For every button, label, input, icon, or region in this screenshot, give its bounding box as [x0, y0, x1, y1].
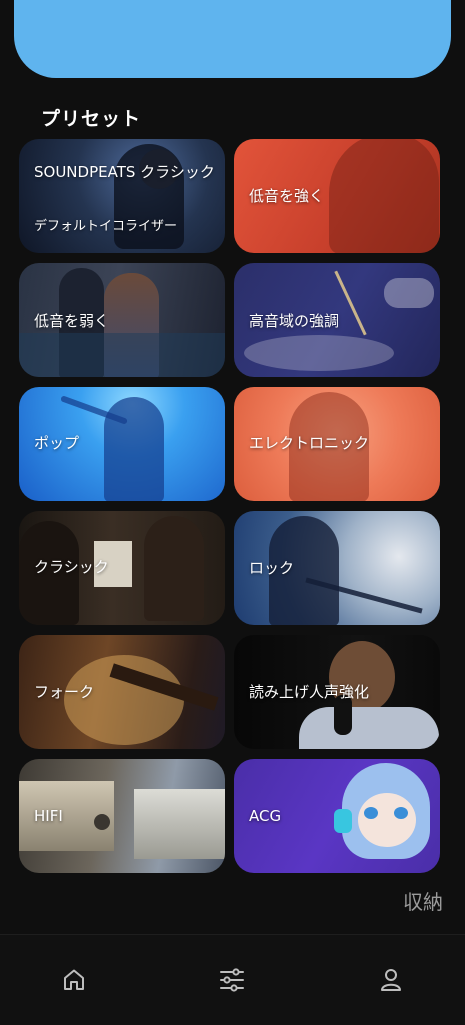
preset-label: 高音域の強調	[249, 312, 340, 330]
preset-card-treble-boost[interactable]: 高音域の強調	[234, 263, 440, 377]
top-pill-bar[interactable]	[14, 0, 451, 78]
preset-card-folk[interactable]: フォーク	[19, 635, 225, 749]
home-icon	[64, 969, 84, 990]
preset-card-electronic[interactable]: エレクトロニック	[234, 387, 440, 501]
nav-home[interactable]	[57, 963, 91, 997]
preset-section-title: プリセット	[41, 108, 142, 130]
preset-label: 低音を強く	[249, 187, 325, 205]
nav-equalizer[interactable]	[215, 963, 249, 997]
preset-card-hifi[interactable]: HIFI	[19, 759, 225, 873]
preset-label: クラシック	[34, 558, 109, 576]
preset-label: 読み上げ人声強化	[249, 683, 370, 701]
preset-label: ロック	[249, 559, 295, 577]
preset-sublabel: デフォルトイコライザー	[34, 219, 178, 234]
equalizer-sliders-icon	[220, 968, 244, 992]
preset-card-bass-reduce[interactable]: 低音を弱く	[19, 263, 225, 377]
preset-label: ACG	[249, 807, 282, 825]
preset-label: フォーク	[34, 683, 95, 701]
preset-card-soundpeats-classic[interactable]: SOUNDPEATS クラシック デフォルトイコライザー	[19, 139, 225, 253]
preset-card-rock[interactable]: ロック	[234, 511, 440, 625]
preset-label: SOUNDPEATS クラシック	[34, 163, 215, 181]
preset-card-bass-boost[interactable]: 低音を強く	[234, 139, 440, 253]
user-icon	[381, 969, 401, 991]
nav-profile[interactable]	[374, 963, 408, 997]
preset-label: HIFI	[34, 807, 63, 825]
collapse-button[interactable]: 収納	[403, 886, 443, 915]
preset-label: ポップ	[34, 434, 80, 452]
bottom-navigation	[0, 934, 465, 1025]
preset-card-pop[interactable]: ポップ	[19, 387, 225, 501]
preset-card-acg[interactable]: ACG	[234, 759, 440, 873]
preset-card-voice-enhance[interactable]: 読み上げ人声強化	[234, 635, 440, 749]
preset-card-classic[interactable]: クラシック	[19, 511, 225, 625]
preset-label: 低音を弱く	[34, 312, 110, 330]
preset-label: エレクトロニック	[249, 434, 370, 452]
